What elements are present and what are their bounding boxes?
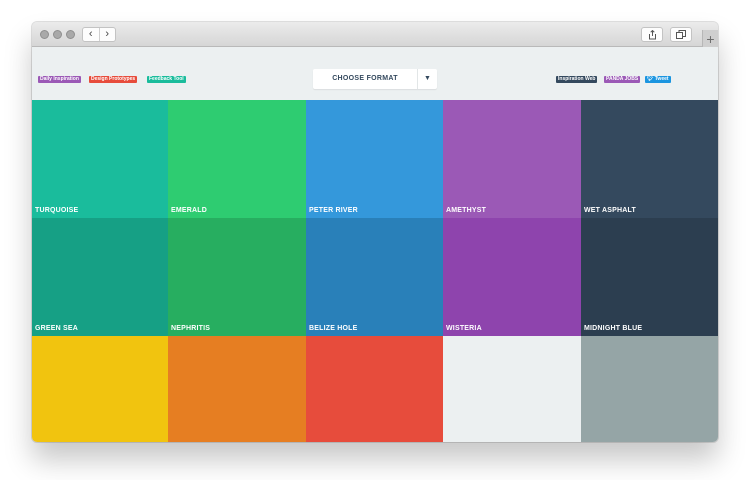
color-swatch[interactable]: PETER RIVER <box>306 100 443 218</box>
inspiration-web-link[interactable]: Inspiration Web <box>556 76 598 83</box>
daily-inspiration-link[interactable]: Daily Inspiration <box>38 76 81 83</box>
choose-format-label: CHOOSE FORMAT <box>332 75 398 82</box>
chevron-right-icon: › <box>105 28 110 40</box>
color-swatch[interactable] <box>443 336 581 442</box>
tweet-label: Tweet <box>654 76 669 82</box>
color-name: TURQUOISE <box>35 207 79 214</box>
color-swatch[interactable]: AMETHYST <box>443 100 581 218</box>
minimize-window-button[interactable] <box>53 30 62 39</box>
site-header: Daily Inspiration Design Prototypes Feed… <box>32 47 718 100</box>
color-swatch[interactable]: TURQUOISE <box>32 100 168 218</box>
tabs-overview-button[interactable] <box>670 27 692 42</box>
tweet-button[interactable]: 🐦︎ Tweet <box>645 76 671 83</box>
back-button[interactable]: ‹ <box>83 28 99 41</box>
share-button[interactable] <box>641 27 663 42</box>
color-swatch[interactable]: MIDNIGHT BLUE <box>581 218 718 336</box>
color-name: EMERALD <box>171 207 208 214</box>
color-swatch[interactable]: GREEN SEA <box>32 218 168 336</box>
color-swatch[interactable]: NEPHRITIS <box>168 218 306 336</box>
tabs-icon <box>676 30 686 39</box>
color-name: NEPHRITIS <box>171 325 211 332</box>
color-swatch[interactable]: EMERALD <box>168 100 306 218</box>
color-swatch[interactable]: BELIZE HOLE <box>306 218 443 336</box>
color-swatch[interactable] <box>168 336 306 442</box>
navigation-buttons: ‹ › <box>82 27 116 42</box>
color-name: AMETHYST <box>446 207 487 214</box>
browser-window: ‹ › + Daily Inspiration Design Prototype… <box>32 22 718 442</box>
share-icon <box>648 29 656 39</box>
close-window-button[interactable] <box>40 30 49 39</box>
color-swatch[interactable] <box>581 336 718 442</box>
color-swatch[interactable]: WISTERIA <box>443 218 581 336</box>
color-name: PETER RIVER <box>309 207 358 214</box>
caret-down-icon[interactable]: ▼ <box>417 69 437 89</box>
choose-format-dropdown[interactable]: CHOOSE FORMAT ▼ <box>313 69 437 89</box>
zoom-window-button[interactable] <box>66 30 75 39</box>
design-prototypes-link[interactable]: Design Prototypes <box>89 76 138 83</box>
feedback-tool-link[interactable]: Feedback Tool <box>147 76 186 83</box>
twitter-icon: 🐦︎ <box>647 76 654 82</box>
new-tab-button[interactable]: + <box>702 30 718 47</box>
color-name: WET ASPHALT <box>584 207 636 214</box>
color-palette-grid: TURQUOISE EMERALD PETER RIVER AMETHYST WET A… <box>32 100 718 442</box>
color-name: BELIZE HOLE <box>309 325 358 332</box>
browser-toolbar: ‹ › + <box>32 22 718 47</box>
color-swatch[interactable] <box>306 336 443 442</box>
panda-jobs-link[interactable]: PANDA JOBS <box>604 76 641 83</box>
color-swatch[interactable] <box>32 336 168 442</box>
forward-button[interactable]: › <box>98 28 116 41</box>
color-name: GREEN SEA <box>35 325 79 332</box>
plus-icon: + <box>706 30 715 47</box>
color-name: MIDNIGHT BLUE <box>584 325 643 332</box>
chevron-left-icon: ‹ <box>88 28 93 40</box>
color-name: WISTERIA <box>446 325 482 332</box>
color-swatch[interactable]: WET ASPHALT <box>581 100 718 218</box>
